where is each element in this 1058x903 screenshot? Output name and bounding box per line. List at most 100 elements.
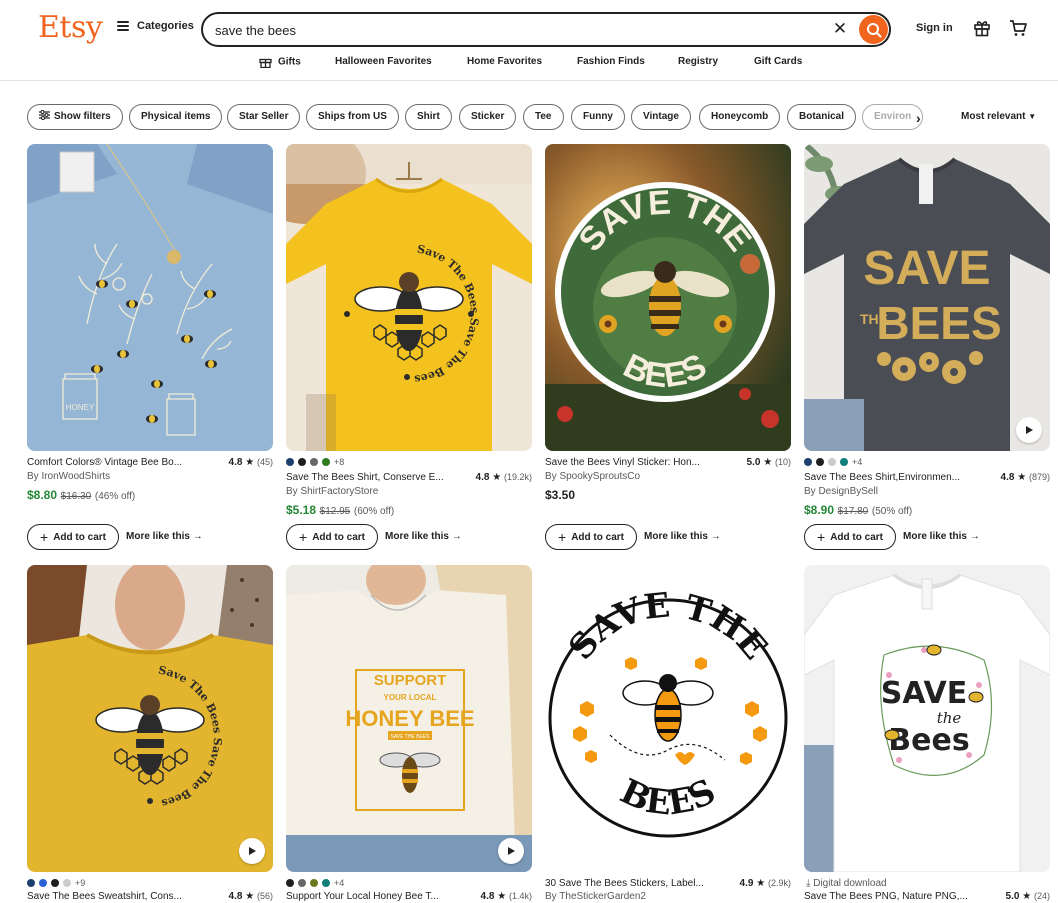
filter-chip-row: Show filters Physical items Star Seller …	[27, 104, 927, 131]
swatch[interactable]	[27, 879, 35, 887]
add-to-cart-button[interactable]: + Add to cart	[286, 524, 378, 550]
search-button[interactable]	[859, 15, 888, 44]
product-title[interactable]: Save the Bees Vinyl Sticker: Hon...	[545, 457, 730, 468]
product-title[interactable]: 30 Save The Bees Stickers, Label...	[545, 878, 730, 889]
add-to-cart-button[interactable]: + Add to cart	[545, 524, 637, 550]
product-image[interactable]: SAVE the Bees	[804, 565, 1050, 872]
shop-name[interactable]: By TheStickerGarden2	[545, 891, 646, 902]
nav-home-favorites[interactable]: Home Favorites	[467, 56, 542, 67]
chip-environ[interactable]: Environ	[862, 104, 924, 130]
product-image[interactable]: Save The Bees Save The Bees	[27, 565, 273, 872]
menu-icon	[117, 21, 129, 31]
swatch[interactable]	[322, 458, 330, 466]
price-row: $8.80 $16.30 (46% off)	[27, 488, 136, 502]
swatch[interactable]	[51, 879, 59, 887]
nav-gifts[interactable]: Gifts	[259, 56, 301, 68]
shirt-your-local-text: YOUR LOCAL	[384, 693, 437, 702]
product-title[interactable]: Save The Bees Sweatshirt, Cons...	[27, 891, 212, 902]
play-video-button[interactable]	[498, 838, 524, 864]
cart-icon[interactable]	[1009, 19, 1027, 40]
product-title[interactable]: Save The Bees PNG, Nature PNG,...	[804, 891, 989, 902]
more-like-this-link[interactable]: More like this →	[385, 531, 462, 542]
nav-fashion-finds[interactable]: Fashion Finds	[577, 56, 645, 67]
shirt-save-text: SAVE	[881, 676, 968, 711]
categories-button[interactable]: Categories	[117, 20, 194, 32]
arrow-right-icon: →	[710, 531, 721, 542]
clear-search-icon[interactable]: ✕	[830, 19, 850, 39]
arrow-right-icon: →	[969, 531, 980, 542]
chip-shirt[interactable]: Shirt	[405, 104, 452, 130]
chip-sticker[interactable]: Sticker	[459, 104, 517, 130]
star-icon: ★	[245, 457, 255, 468]
swatch[interactable]	[816, 458, 824, 466]
swatch[interactable]	[298, 458, 306, 466]
add-to-cart-button[interactable]: + Add to cart	[27, 524, 119, 550]
product-title[interactable]: Support Your Local Honey Bee T...	[286, 891, 471, 902]
color-swatches: +4	[804, 457, 862, 467]
play-video-button[interactable]	[239, 838, 265, 864]
shop-name[interactable]: By IronWoodShirts	[27, 471, 110, 482]
price-row: $8.90 $17.80 (50% off)	[804, 503, 913, 517]
product-image[interactable]: SUPPORT YOUR LOCAL HONEY BEE SAVE THE BE…	[286, 565, 532, 872]
swatch[interactable]	[804, 458, 812, 466]
digital-download-tag: ⤓ Digital download	[806, 878, 887, 889]
download-icon: ⤓	[806, 878, 811, 889]
add-to-cart-button[interactable]: + Add to cart	[804, 524, 896, 550]
shirt-small-text: SAVE THE BEES	[391, 734, 431, 740]
shop-name[interactable]: By ShirtFactoryStore	[286, 486, 378, 497]
star-icon: ★	[497, 891, 507, 902]
star-icon: ★	[492, 472, 502, 483]
swatch[interactable]	[828, 458, 836, 466]
price-row: $5.18 $12.95 (60% off)	[286, 503, 395, 517]
product-image[interactable]: Save The Bees Save The Bees	[286, 144, 532, 451]
search-input[interactable]	[215, 20, 815, 40]
sign-in-link[interactable]: Sign in	[916, 22, 953, 34]
chip-botanical[interactable]: Botanical	[787, 104, 857, 130]
swatch[interactable]	[310, 458, 318, 466]
swatch[interactable]	[310, 879, 318, 887]
nav-registry[interactable]: Registry	[678, 56, 718, 67]
play-video-button[interactable]	[1016, 417, 1042, 443]
plus-icon: +	[299, 529, 308, 545]
chip-tee[interactable]: Tee	[523, 104, 564, 130]
chip-star-seller[interactable]: Star Seller	[227, 104, 301, 130]
swatch[interactable]	[840, 458, 848, 466]
more-like-this-link[interactable]: More like this →	[903, 531, 980, 542]
swatch[interactable]	[39, 879, 47, 887]
product-rating: 5.0 ★ (10)	[746, 457, 791, 468]
chip-vintage[interactable]: Vintage	[631, 104, 691, 130]
shop-name[interactable]: By SpookySproutsCo	[545, 471, 640, 482]
product-title[interactable]: Save The Bees Shirt,Environmen...	[804, 472, 989, 483]
shop-name[interactable]: By DesignBySell	[804, 486, 878, 497]
search-icon	[866, 22, 881, 37]
chevron-right-icon[interactable]: ›	[916, 110, 921, 126]
color-swatches: +8	[286, 457, 344, 467]
chip-funny[interactable]: Funny	[571, 104, 625, 130]
product-rating: 4.8 ★ (45)	[228, 457, 273, 468]
shirt-bees-text: Bees	[888, 723, 969, 758]
more-like-this-link[interactable]: More like this →	[126, 531, 203, 542]
nav-gift-cards[interactable]: Gift Cards	[754, 56, 802, 67]
product-image[interactable]: SAVE THE BEES	[545, 565, 791, 872]
gift-icon[interactable]	[973, 19, 991, 40]
more-colors-count: +4	[852, 457, 863, 467]
nav-halloween-favorites[interactable]: Halloween Favorites	[335, 56, 432, 67]
product-image[interactable]: HONEY	[27, 144, 273, 451]
chip-ships-from-us[interactable]: Ships from US	[306, 104, 399, 130]
swatch[interactable]	[286, 879, 294, 887]
product-image[interactable]: SAVE THE BEES	[545, 144, 791, 451]
show-filters-button[interactable]: Show filters	[27, 104, 123, 130]
swatch[interactable]	[322, 879, 330, 887]
more-like-this-link[interactable]: More like this →	[644, 531, 721, 542]
swatch[interactable]	[63, 879, 71, 887]
swatch[interactable]	[298, 879, 306, 887]
color-swatches: +9	[27, 878, 85, 888]
product-title[interactable]: Comfort Colors® Vintage Bee Bo...	[27, 457, 212, 468]
sort-dropdown[interactable]: Most relevant ▼	[961, 111, 1036, 122]
product-title[interactable]: Save The Bees Shirt, Conserve E...	[286, 472, 471, 483]
swatch[interactable]	[286, 458, 294, 466]
etsy-logo[interactable]: Etsy	[38, 10, 103, 45]
product-image[interactable]: SAVE THE BEES	[804, 144, 1050, 451]
chip-honeycomb[interactable]: Honeycomb	[699, 104, 781, 130]
chip-physical-items[interactable]: Physical items	[129, 104, 223, 130]
